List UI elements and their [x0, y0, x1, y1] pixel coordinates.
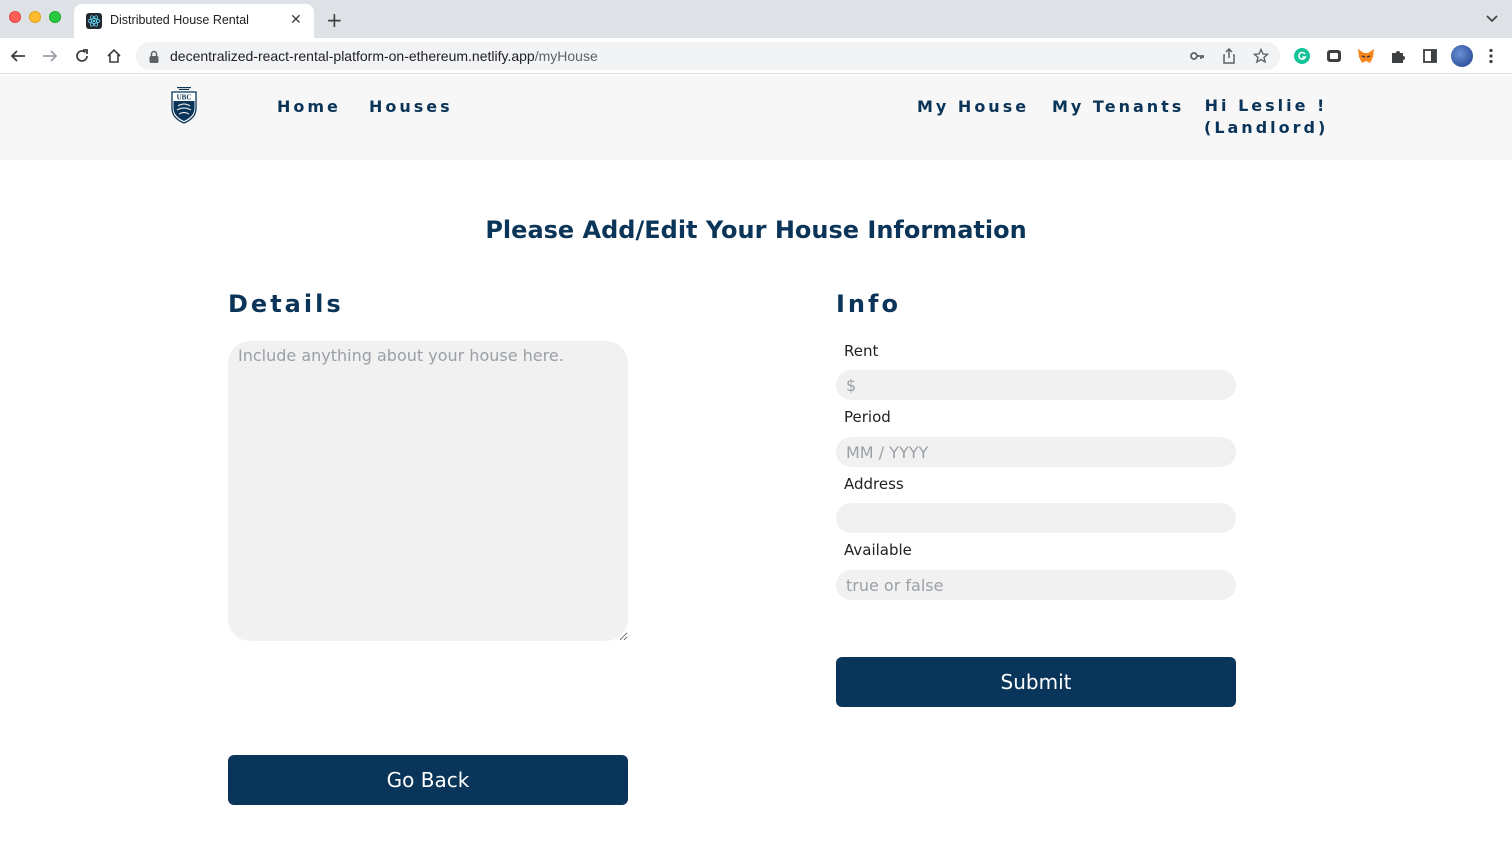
- available-label: Available: [844, 541, 912, 559]
- nav-link-houses[interactable]: Houses: [369, 97, 453, 116]
- metamask-icon[interactable]: [1356, 46, 1376, 66]
- sidepanel-icon[interactable]: [1420, 46, 1440, 66]
- window-close-button[interactable]: [9, 11, 21, 23]
- greeting-role: (Landlord): [1204, 118, 1329, 137]
- submit-button[interactable]: Submit: [836, 657, 1236, 707]
- ubc-logo[interactable]: UBC: [171, 86, 197, 124]
- svg-text:UBC: UBC: [177, 94, 192, 102]
- period-label: Period: [844, 408, 891, 426]
- page-title: Please Add/Edit Your House Information: [485, 216, 1027, 244]
- forward-arrow-icon[interactable]: [40, 46, 60, 66]
- rent-label: Rent: [844, 342, 879, 360]
- tab-title: Distributed House Rental: [110, 13, 249, 27]
- window-minimize-button[interactable]: [29, 11, 41, 23]
- grammarly-icon[interactable]: [1292, 46, 1312, 66]
- profile-avatar[interactable]: [1451, 45, 1473, 67]
- window-zoom-button[interactable]: [49, 11, 61, 23]
- nav-link-my-house[interactable]: My House: [917, 97, 1029, 116]
- nav-link-my-tenants[interactable]: My Tenants: [1052, 97, 1184, 116]
- user-greeting[interactable]: Hi Leslie ! (Landlord): [1204, 95, 1328, 139]
- browser-tabstrip: Distributed House Rental ✕ +: [0, 0, 1512, 38]
- address-bar[interactable]: decentralized-react-rental-platform-on-e…: [136, 42, 1280, 70]
- menu-kebab-icon[interactable]: [1489, 48, 1493, 68]
- go-back-button[interactable]: Go Back: [228, 755, 628, 805]
- site-navbar: UBC Home Houses My House My Tenants Hi L…: [0, 75, 1512, 160]
- tab-search-chevron-icon[interactable]: [1485, 10, 1499, 29]
- react-favicon-icon: [86, 13, 102, 29]
- browser-tab-active[interactable]: Distributed House Rental ✕: [74, 4, 314, 38]
- address-label: Address: [844, 475, 904, 493]
- new-tab-button[interactable]: +: [326, 9, 343, 31]
- tab-close-icon[interactable]: ✕: [290, 12, 302, 28]
- extension-icon[interactable]: [1324, 46, 1344, 66]
- house-details-textarea[interactable]: [228, 341, 628, 641]
- url-text: decentralized-react-rental-platform-on-e…: [170, 48, 598, 64]
- puzzle-icon[interactable]: [1388, 46, 1408, 66]
- details-heading: Details: [228, 290, 344, 318]
- browser-toolbar: decentralized-react-rental-platform-on-e…: [0, 38, 1512, 74]
- star-icon[interactable]: [1252, 47, 1270, 65]
- key-icon[interactable]: [1188, 47, 1206, 65]
- rent-input[interactable]: [836, 370, 1236, 400]
- available-input[interactable]: [836, 570, 1236, 600]
- period-input[interactable]: [836, 437, 1236, 467]
- greeting-name: Hi Leslie !: [1204, 96, 1328, 115]
- home-icon[interactable]: [104, 46, 124, 66]
- back-arrow-icon[interactable]: [8, 46, 28, 66]
- info-heading: Info: [836, 290, 901, 318]
- address-input[interactable]: [836, 503, 1236, 533]
- share-icon[interactable]: [1220, 47, 1238, 65]
- nav-link-home[interactable]: Home: [277, 97, 341, 116]
- lock-icon[interactable]: [148, 49, 160, 68]
- reload-icon[interactable]: [72, 46, 92, 66]
